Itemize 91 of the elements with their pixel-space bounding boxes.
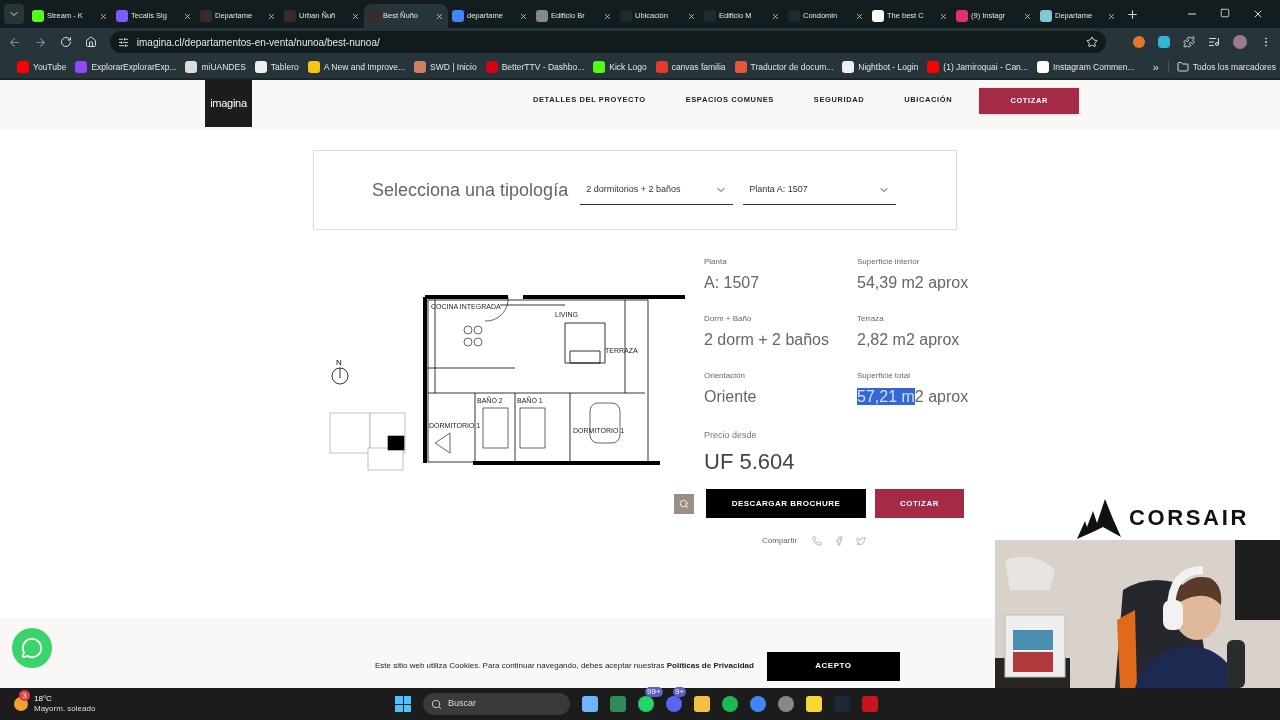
more-bookmarks-button[interactable]: » (1152, 58, 1159, 76)
close-icon (351, 11, 360, 21)
close-icon (939, 11, 948, 21)
notification-badge: 3 (19, 690, 30, 701)
close-icon (1023, 11, 1032, 21)
detail-label: Dorm + Baño (704, 313, 753, 325)
cookie-notice: Este sitio web utiliza Cookies. Para continuar navegando, debes aceptar nuestras Políticas de Privacidad (375, 660, 754, 672)
url-text: imagina.cl/departamentos-en-venta/nunoa/best-nunoa/ (136, 35, 381, 50)
bookmark-item[interactable]: Tablero (254, 60, 299, 74)
close-icon (687, 11, 696, 21)
chat-app-icon[interactable] (666, 696, 682, 712)
temperature: 18°C (34, 694, 53, 704)
all-bookmarks-button[interactable]: Todos los marcadores (1167, 60, 1276, 74)
price-label: Precio desde (704, 429, 758, 442)
bookmark-item[interactable]: canvas familia (655, 60, 726, 74)
home-icon (84, 36, 97, 48)
weather-text: Mayorm. soleado (34, 704, 96, 714)
bookmark-item[interactable]: A New and Improve... (307, 60, 405, 74)
detail-label: Superficie interior (857, 256, 921, 268)
close-icon (183, 11, 192, 21)
chat-app-icon[interactable] (638, 696, 654, 712)
close-icon (519, 11, 528, 21)
close-icon (267, 11, 276, 21)
privacy-link[interactable]: Políticas de Privacidad (666, 661, 754, 670)
reload-icon (59, 36, 72, 48)
close-icon (99, 11, 108, 21)
zoom-button[interactable] (674, 493, 694, 514)
tab-list-button[interactable] (4, 4, 24, 24)
detail-label: Planta (704, 256, 728, 268)
bookmark-item[interactable]: Nightbot - Login (842, 60, 919, 74)
bookmark-item[interactable]: ExplorarExplorarExp... (75, 60, 177, 74)
extension-icon[interactable] (1133, 36, 1146, 48)
restore-icon (1220, 8, 1230, 18)
bookmark-item[interactable]: Traductor de docum... (734, 60, 834, 74)
close-icon (1252, 8, 1264, 20)
bookmark-item[interactable]: Instagram Commen... (1036, 60, 1135, 74)
bookmark-item[interactable]: Kick Logo (593, 60, 647, 74)
twitter-icon (856, 536, 867, 546)
dropdown[interactable]: Planta A: 1507 (743, 175, 897, 205)
site-info-icon (117, 36, 129, 48)
search-icon (431, 698, 442, 710)
taskbar-search-field[interactable]: Buscar (423, 693, 570, 715)
weather-icon[interactable] (14, 697, 28, 711)
folder-icon[interactable] (694, 696, 710, 712)
address-bar[interactable]: imagina.cl/departamentos-en-venta/nunoa/best-nunoa/ (109, 31, 1107, 53)
back-icon (8, 35, 21, 49)
music-app-icon[interactable] (722, 696, 738, 712)
extension-icon[interactable] (1158, 36, 1171, 48)
detail-value: 2,82 m2 aprox (857, 330, 961, 350)
dropdown[interactable]: 2 dormitorios + 2 baños (580, 175, 734, 205)
close-icon (771, 11, 780, 21)
notification-badge: 99+ (645, 687, 663, 697)
price-value: UF 5.604 (704, 447, 796, 476)
detail-value: Oriente (704, 387, 758, 407)
browser-icon[interactable] (750, 696, 766, 712)
detail-value: 54,39 m2 aprox (857, 273, 970, 293)
bookmark-item[interactable]: YouTube (17, 60, 67, 74)
bookmark-item[interactable]: (1) Jamiroquai - Can... (927, 60, 1028, 74)
notification-badge: 9+ (673, 687, 687, 697)
bookmark-star-icon (1086, 36, 1099, 48)
brand-name: CORSAIR (1129, 504, 1249, 532)
close-icon (435, 11, 444, 21)
bookmark-item[interactable]: BetterTTV - Dashbo... (485, 60, 585, 74)
detail-value: A: 1507 (704, 273, 761, 293)
close-icon (603, 11, 612, 21)
close-icon (1107, 11, 1116, 21)
new-tab-icon (1126, 8, 1139, 21)
forward-icon (33, 35, 47, 49)
search-icon (679, 498, 689, 509)
bookmark-item[interactable]: SWD | Inicio (414, 60, 477, 74)
detail-value: 2 dorm + 2 baños (704, 330, 830, 350)
share-label: Compartir (762, 535, 798, 547)
media-icon (1208, 36, 1221, 48)
detail-label: Superficie total (857, 370, 911, 382)
detail-label: Terraza (857, 313, 885, 325)
download-brochure-button[interactable]: DESCARGAR BROCHURE (706, 489, 866, 518)
profile-avatar[interactable] (1233, 35, 1248, 49)
quote-button[interactable]: COTIZAR (875, 489, 964, 518)
start-icon[interactable] (395, 696, 411, 712)
extensions-icon (1183, 36, 1196, 48)
site-logo[interactable]: imagina (205, 80, 252, 127)
app-icon[interactable] (582, 696, 598, 712)
close-icon (855, 11, 864, 21)
bookmark-item[interactable]: miUANDES (185, 60, 246, 74)
app-icon[interactable] (806, 696, 822, 712)
folder-icon (1176, 61, 1189, 73)
detail-value: 57,21 m2 aprox (857, 387, 970, 407)
detail-label: Orientación (704, 370, 746, 382)
selector-title: Selecciona una tipología (372, 178, 569, 202)
accept-button[interactable]: ACEPTO (766, 651, 900, 681)
browser-icon[interactable] (778, 696, 794, 712)
